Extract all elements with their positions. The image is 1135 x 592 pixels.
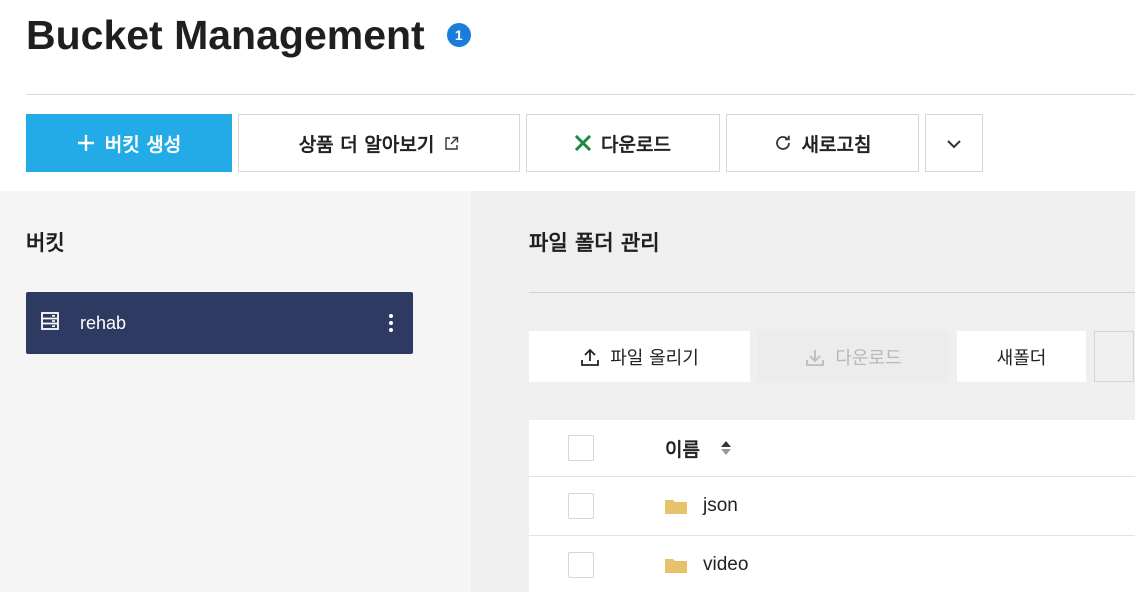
row-checkbox[interactable]: [568, 552, 594, 578]
upload-file-label: 파일 올리기: [610, 347, 699, 369]
new-folder-label: 새폴더: [996, 347, 1047, 369]
excel-download-label: 다운로드: [601, 133, 671, 156]
create-bucket-label: 버킷 생성: [104, 133, 182, 156]
name-column-header[interactable]: 이름: [665, 435, 732, 462]
upload-icon: [580, 347, 600, 367]
table-row[interactable]: json: [529, 477, 1135, 536]
page-header: Bucket Management 1: [26, 10, 471, 60]
file-panel: 파일 폴더 관리 파일 올리기 다운로드 새폴더 이름 json video: [471, 191, 1135, 592]
file-panel-title: 파일 폴더 관리: [529, 231, 660, 255]
excel-icon: [575, 134, 592, 152]
upload-file-button[interactable]: 파일 올리기: [529, 331, 750, 382]
bucket-item-rehab[interactable]: rehab: [26, 292, 413, 354]
file-name-cell[interactable]: json: [665, 495, 738, 517]
download-icon: [805, 347, 825, 367]
bucket-item-label: rehab: [80, 312, 127, 333]
bucket-panel-title: 버킷: [26, 231, 65, 255]
clipped-action-button[interactable]: [1094, 331, 1134, 382]
refresh-icon: [774, 134, 792, 152]
sort-icon[interactable]: [720, 440, 732, 456]
table-row[interactable]: video: [529, 536, 1135, 592]
row-checkbox[interactable]: [568, 493, 594, 519]
file-name-label: json: [703, 495, 738, 516]
chevron-down-icon: [946, 132, 962, 154]
bucket-storage-icon: [40, 311, 60, 335]
download-file-button[interactable]: 다운로드: [758, 331, 949, 382]
file-actions: 파일 올리기 다운로드 새폴더: [529, 331, 1134, 382]
table-header-row: 이름: [529, 420, 1135, 477]
header-divider: [26, 94, 1135, 95]
select-all-checkbox[interactable]: [568, 435, 594, 461]
refresh-label: 새로고침: [801, 133, 872, 156]
new-folder-button[interactable]: 새폴더: [957, 331, 1086, 382]
file-name-cell[interactable]: video: [665, 554, 748, 576]
file-name-label: video: [703, 554, 749, 575]
excel-download-button[interactable]: 다운로드: [526, 114, 720, 172]
learn-more-label: 상품 더 알아보기: [298, 133, 435, 156]
more-dropdown-button[interactable]: [925, 114, 983, 172]
help-badge[interactable]: 1: [446, 23, 471, 47]
main-toolbar: 버킷 생성 상품 더 알아보기 다운로드 새로고침: [26, 114, 983, 172]
page-title: Bucket Management: [26, 11, 425, 58]
bucket-panel: 버킷 rehab: [0, 191, 471, 592]
folder-icon: [665, 498, 687, 514]
external-link-icon: [444, 136, 459, 151]
folder-icon: [665, 557, 687, 573]
download-file-label: 다운로드: [835, 347, 902, 369]
plus-icon: [77, 134, 95, 152]
file-table: 이름 json video: [529, 420, 1135, 592]
refresh-button[interactable]: 새로고침: [726, 114, 919, 172]
kebab-menu-icon[interactable]: [389, 314, 393, 332]
learn-more-button[interactable]: 상품 더 알아보기: [238, 114, 520, 172]
name-column-label: 이름: [665, 438, 700, 461]
file-panel-divider: [529, 292, 1135, 293]
create-bucket-button[interactable]: 버킷 생성: [26, 114, 232, 172]
